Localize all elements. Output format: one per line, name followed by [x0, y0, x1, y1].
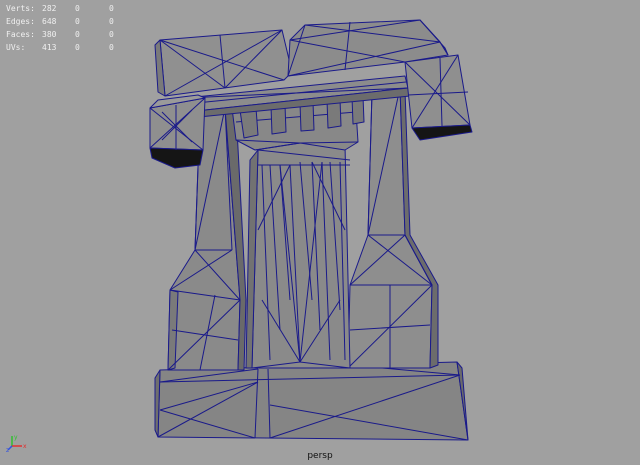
hud-row-uvs: UVs: 413 0 0	[6, 41, 143, 54]
mesh-right-volute[interactable]	[404, 54, 473, 141]
mesh-center-panel[interactable]	[245, 139, 351, 369]
hud-row-edges: Edges: 648 0 0	[6, 15, 143, 28]
axis-x-label: x	[23, 443, 27, 450]
pillar-mesh-wireframe[interactable]	[0, 0, 640, 465]
hud-label: Verts:	[6, 4, 35, 13]
hud-total: 648	[42, 17, 57, 26]
hud-component: 0	[109, 17, 114, 26]
hud-component: 0	[109, 4, 114, 13]
hud-row-faces: Faces: 380 0 0	[6, 28, 143, 41]
mesh-base-slab[interactable]	[154, 361, 469, 441]
hud-selected: 0	[75, 43, 80, 52]
hud-row-verts: Verts: 282 0 0	[6, 2, 143, 15]
mesh-capital-left-block[interactable]	[154, 29, 293, 97]
hud-selected: 0	[75, 17, 80, 26]
mesh-left-volute[interactable]	[149, 94, 206, 169]
hud-label: Faces:	[6, 30, 35, 39]
axis-gizmo-icon: y x z	[6, 434, 27, 452]
hud-component: 0	[109, 43, 114, 52]
hud-total: 282	[42, 4, 57, 13]
hud-label: UVs:	[6, 43, 26, 52]
hud-component: 0	[109, 30, 114, 39]
axis-y-label: y	[14, 434, 18, 441]
hud-selected: 0	[75, 30, 80, 39]
hud-total: 413	[42, 43, 57, 52]
camera-name-label: persp	[307, 451, 333, 461]
perspective-viewport[interactable]: Verts: 282 0 0 Edges: 648 0 0 Faces: 380…	[0, 0, 640, 465]
poly-count-hud: Verts: 282 0 0 Edges: 648 0 0 Faces: 380…	[6, 2, 143, 54]
hud-label: Edges:	[6, 17, 35, 26]
hud-total: 380	[42, 30, 57, 39]
hud-selected: 0	[75, 4, 80, 13]
